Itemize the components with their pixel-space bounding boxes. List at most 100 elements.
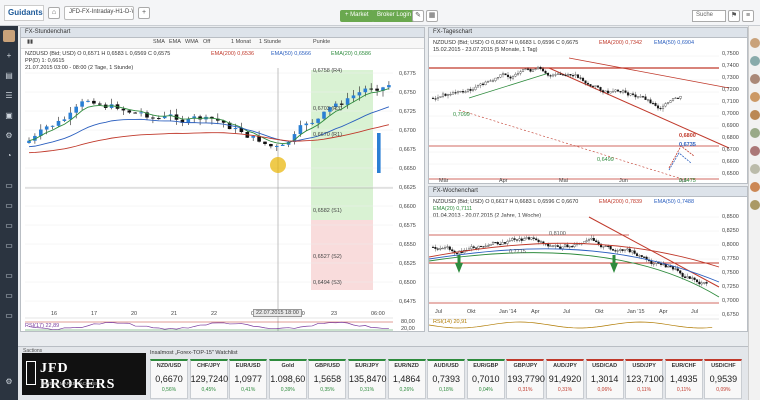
annotation-level-1: 0,6499	[597, 157, 614, 163]
candle-56	[357, 92, 362, 96]
daily-chart-canvas[interactable]	[429, 28, 748, 184]
monitor-icon-7[interactable]: ▭	[3, 310, 15, 322]
d-price-tick-1: 0,7400	[722, 63, 739, 69]
d-price-tick-8: 0,6700	[722, 147, 739, 153]
jfd-brokers-ad[interactable]: JFD BROKERS DIRECT MARKET ACCESS	[22, 353, 146, 395]
user-avatar-10[interactable]	[750, 200, 760, 210]
rsi-label: RSI(17) 22,89	[25, 323, 60, 329]
d-candle-86	[646, 99, 650, 101]
chart-icon[interactable]: ▤	[3, 70, 15, 82]
user-avatar-2[interactable]	[750, 56, 760, 66]
monitor-icon-4[interactable]: ▭	[3, 240, 15, 252]
w-candle-16	[470, 246, 473, 250]
monitor-icon[interactable]: ▭	[3, 180, 15, 192]
flag-icon[interactable]: ⚑	[728, 10, 740, 22]
pivot-level-2: 0,6670 (R1)	[313, 132, 343, 138]
watchlist-tile[interactable]: EUR/JPY 135,8470 0,31%	[348, 359, 387, 399]
w-time-tick-1: Okt	[467, 309, 476, 315]
user-avatar-4[interactable]	[750, 92, 760, 102]
user-avatar-7[interactable]	[750, 146, 760, 156]
d-candle-74	[616, 89, 620, 92]
w-candle-4	[441, 247, 444, 250]
d-candle-46	[546, 73, 550, 76]
d-candle-15	[469, 88, 472, 91]
d-candle-36	[521, 69, 525, 72]
watchlist-tile[interactable]: NZD/USD 0,6670 0,56%	[150, 359, 188, 399]
d-time-tick-0: Mär	[439, 178, 449, 184]
market-button[interactable]: + Market	[340, 10, 374, 22]
watchlist-tile[interactable]: EUR/USD 1,0977 0,41%	[229, 359, 268, 399]
search-input[interactable]: Suche	[692, 10, 726, 22]
watchlist-tile[interactable]: AUD/USD 0,7393 0,18%	[427, 359, 466, 399]
w-candle-2	[436, 248, 439, 250]
broker-login-button[interactable]: Broker Login	[372, 10, 417, 22]
d-price-tick-4: 0,7100	[722, 99, 739, 105]
d-time-tick-1: Apr	[499, 178, 508, 184]
w-arrow-2	[610, 255, 618, 273]
candle-4	[50, 125, 55, 127]
w-price-tick-5: 0,7250	[722, 284, 739, 290]
w-candle-74	[609, 245, 612, 250]
monitor-icon-5[interactable]: ▭	[3, 270, 15, 282]
user-avatar-5[interactable]	[750, 110, 760, 120]
user-avatar-9[interactable]	[750, 182, 760, 192]
watchlist-tile[interactable]: Gold 1.098,60 0,39%	[268, 359, 307, 399]
weekly-chart-canvas[interactable]	[429, 187, 748, 332]
user-avatar-3[interactable]	[750, 74, 760, 84]
add-icon[interactable]: +	[3, 50, 15, 62]
h1-price-tick-11: 0,6500	[399, 280, 416, 286]
watchlist-tile[interactable]: USD/JPY 123,7100 0,11%	[625, 359, 664, 399]
d-candle-27	[499, 74, 502, 78]
d-candle-30	[506, 74, 510, 78]
layout-icon[interactable]: ▦	[426, 10, 438, 22]
home-icon[interactable]: ⌂	[48, 7, 60, 19]
d-candle-50	[556, 73, 560, 75]
list-icon[interactable]: ☰	[3, 90, 15, 102]
gear-icon[interactable]: ⚙	[3, 130, 15, 142]
user-avatar-1[interactable]	[750, 38, 760, 48]
guidants-logo[interactable]: Guidants	[4, 5, 44, 21]
d-candle-4	[441, 93, 445, 97]
d-candle-52	[561, 74, 565, 76]
watchlist-tile[interactable]: EUR/CHF 1,4935 0,11%	[664, 359, 703, 399]
d-trendline-2	[568, 57, 730, 89]
watchlist-tile[interactable]: AUD/JPY 91,4920 0,31%	[546, 359, 584, 399]
monitor-icon-3[interactable]: ▭	[3, 220, 15, 232]
w-candle-39	[525, 237, 528, 239]
user-avatar-6[interactable]	[750, 128, 760, 138]
briefcase-icon[interactable]: ▣	[3, 110, 15, 122]
d-candle-25	[494, 77, 497, 81]
monitor-icon-2[interactable]: ▭	[3, 200, 15, 212]
candle-57	[363, 88, 368, 93]
d-price-tick-9: 0,6600	[722, 159, 739, 165]
menu-icon[interactable]: ≡	[742, 10, 754, 22]
add-tab-icon[interactable]: +	[138, 7, 150, 19]
monitor-icon-6[interactable]: ▭	[3, 290, 15, 302]
watchlist-tile[interactable]: CHF/JPY 129,7240 0,45%	[189, 359, 228, 399]
h1-time-tick-8: 06:00	[371, 311, 385, 317]
watchlist-tile[interactable]: GBP/USD 1,5658 0,35%	[308, 359, 347, 399]
user-avatar-8[interactable]	[750, 164, 760, 174]
user-avatar[interactable]	[3, 30, 15, 42]
d-candle-85	[644, 96, 647, 100]
w-time-tick-3: Apr	[531, 309, 540, 315]
tab-workspace[interactable]: JFD-FX-Intraday-H1-D-W	[64, 6, 134, 20]
gauge-icon[interactable]: ◔	[3, 150, 15, 162]
candle-42	[275, 145, 279, 147]
watchlist-tile[interactable]: USD/CHF 0,9539 0,09%	[704, 359, 743, 399]
hourly-chart-canvas[interactable]	[21, 28, 425, 332]
tile-price: 1,0977	[234, 374, 262, 384]
w-candle-26	[494, 242, 497, 244]
d-candle-14	[466, 88, 470, 92]
tile-price: 0,7393	[432, 374, 460, 384]
watchlist-tile[interactable]: GBP/JPY 193,7790 0,31%	[506, 359, 545, 399]
d-candle-33	[514, 73, 517, 77]
watchlist-tile[interactable]: USD/CAD 1,3014 0,06%	[585, 359, 624, 399]
watchlist-tile[interactable]: EUR/NZD 1,4864 0,26%	[387, 359, 426, 399]
w-candle-6	[446, 246, 449, 248]
edit-icon[interactable]: ✎	[412, 10, 424, 22]
watchlist-tile[interactable]: EUR/GBP 0,7010 0,04%	[466, 359, 505, 399]
tile-change: 0,39%	[280, 387, 295, 393]
tile-symbol: USD/JPY	[632, 363, 656, 369]
settings-icon[interactable]: ⚙	[3, 376, 15, 388]
